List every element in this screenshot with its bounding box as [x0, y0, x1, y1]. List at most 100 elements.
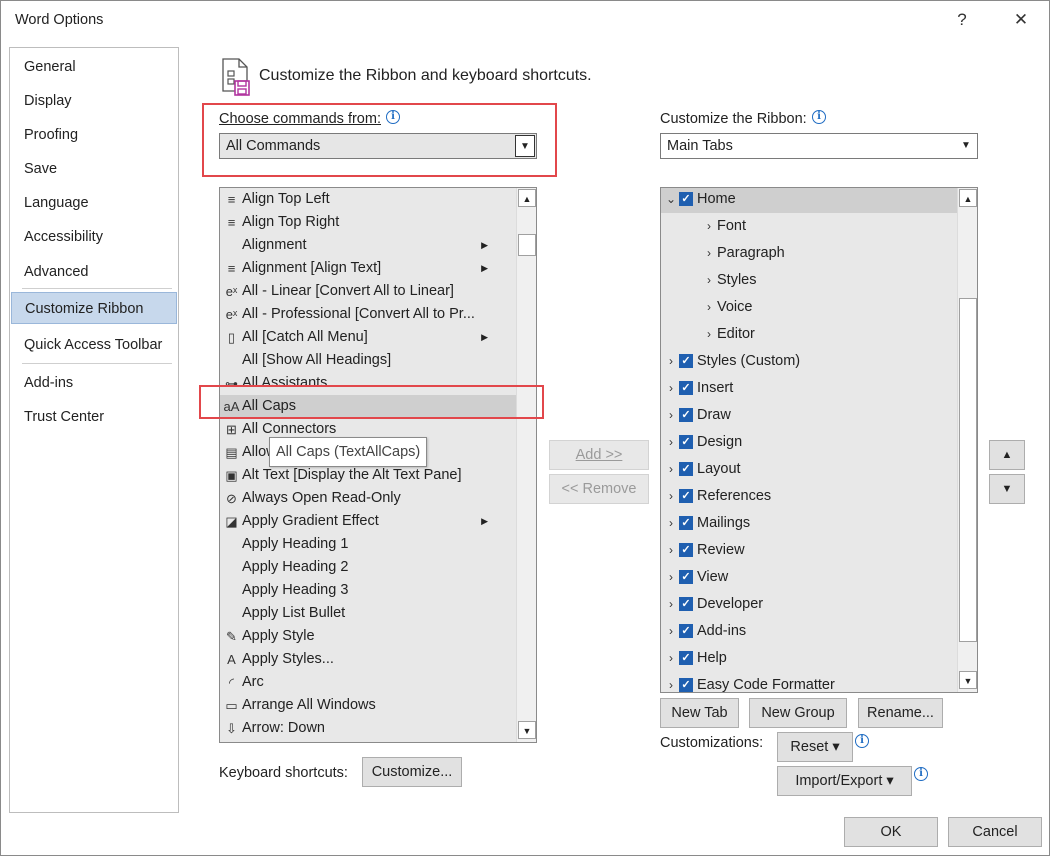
list-item[interactable]: ▭ Arrange All Windows — [220, 694, 516, 717]
tree-item[interactable]: › ✓ Layout — [661, 456, 957, 483]
chevron-right-icon[interactable]: › — [665, 348, 677, 375]
sidebar-item-general[interactable]: General — [11, 51, 177, 83]
sidebar-item-language[interactable]: Language — [11, 187, 177, 219]
list-item[interactable]: Apply Heading 3 — [220, 579, 516, 602]
checkbox[interactable]: ✓ — [679, 381, 693, 395]
chevron-down-icon[interactable]: ▼ — [956, 135, 976, 157]
chevron-right-icon[interactable]: › — [665, 672, 677, 692]
ok-button[interactable]: OK — [844, 817, 938, 847]
list-item[interactable]: All [Show All Headings] — [220, 349, 516, 372]
tree-item[interactable]: › ✓ Add-ins — [661, 618, 957, 645]
move-down-button[interactable]: ▼ — [989, 474, 1025, 504]
list-item[interactable]: ≡ Align Top Right — [220, 211, 516, 234]
customize-keyboard-button[interactable]: Customize... — [362, 757, 462, 787]
sidebar-item-save[interactable]: Save — [11, 153, 177, 185]
tree-item[interactable]: › ✓ View — [661, 564, 957, 591]
import-export-button[interactable]: Import/Export ▾ — [777, 766, 912, 796]
chevron-right-icon[interactable]: › — [665, 618, 677, 645]
list-item[interactable]: ✎ Apply Style — [220, 625, 516, 648]
list-item[interactable]: Apply Heading 2 — [220, 556, 516, 579]
tree-item[interactable]: › Font — [661, 213, 957, 240]
move-up-button[interactable]: ▲ — [989, 440, 1025, 470]
checkbox[interactable]: ✓ — [679, 678, 693, 692]
checkbox[interactable]: ✓ — [679, 408, 693, 422]
new-tab-button[interactable]: New Tab — [660, 698, 739, 728]
tree-item[interactable]: › ✓ Developer — [661, 591, 957, 618]
sidebar-item-proofing[interactable]: Proofing — [11, 119, 177, 151]
info-icon[interactable]: i — [855, 734, 869, 748]
chevron-right-icon[interactable]: › — [665, 537, 677, 564]
ribbon-scrollbar[interactable]: ▲ ▼ — [957, 188, 977, 692]
chevron-right-icon[interactable]: › — [665, 429, 677, 456]
tree-item[interactable]: › ✓ Draw — [661, 402, 957, 429]
commands-scrollbar[interactable]: ▲ ▼ — [516, 188, 536, 742]
customize-ribbon-dropdown[interactable]: Main Tabs ▼ — [660, 133, 978, 159]
chevron-right-icon[interactable]: › — [665, 375, 677, 402]
chevron-right-icon[interactable]: › — [703, 213, 715, 240]
checkbox[interactable]: ✓ — [679, 543, 693, 557]
checkbox[interactable]: ✓ — [679, 624, 693, 638]
remove-button[interactable]: << Remove — [549, 474, 649, 504]
list-item[interactable]: ▣ Alt Text [Display the Alt Text Pane] — [220, 464, 516, 487]
tree-item[interactable]: › ✓ Help — [661, 645, 957, 672]
checkbox[interactable]: ✓ — [679, 435, 693, 449]
chevron-right-icon[interactable]: › — [665, 456, 677, 483]
close-button[interactable]: ✕ — [1006, 7, 1036, 33]
list-item[interactable]: ◪ Apply Gradient Effect ▶ — [220, 510, 516, 533]
tree-item[interactable]: › ✓ Design — [661, 429, 957, 456]
sidebar-item-display[interactable]: Display — [11, 85, 177, 117]
list-item[interactable]: eˣ All - Linear [Convert All to Linear] — [220, 280, 516, 303]
info-icon[interactable]: i — [914, 767, 928, 781]
tree-item[interactable]: › Voice — [661, 294, 957, 321]
checkbox[interactable]: ✓ — [679, 192, 693, 206]
chevron-right-icon[interactable]: › — [665, 645, 677, 672]
list-item[interactable]: ≡ Align Top Left — [220, 188, 516, 211]
sidebar-item-advanced[interactable]: Advanced — [11, 256, 177, 288]
tree-item[interactable]: › ✓ Styles (Custom) — [661, 348, 957, 375]
new-group-button[interactable]: New Group — [749, 698, 847, 728]
chevron-right-icon[interactable]: › — [703, 267, 715, 294]
list-item[interactable]: ▯ All [Catch All Menu] ▶ — [220, 326, 516, 349]
chevron-right-icon[interactable]: › — [665, 591, 677, 618]
list-item[interactable]: Apply List Bullet — [220, 602, 516, 625]
ribbon-tabs-tree[interactable]: ⌄ ✓ Home › Font › Paragraph › Styles › Voice › Edito… — [660, 187, 978, 693]
tree-item[interactable]: › Styles — [661, 267, 957, 294]
sidebar-item-add-ins[interactable]: Add-ins — [11, 367, 177, 399]
list-item[interactable]: ◜ Arc — [220, 671, 516, 694]
add-button[interactable]: Add >> — [549, 440, 649, 470]
scroll-thumb[interactable] — [518, 234, 536, 256]
scroll-down-icon[interactable]: ▼ — [518, 721, 536, 739]
list-item[interactable]: ⇩ Arrow: Down — [220, 717, 516, 740]
checkbox[interactable]: ✓ — [679, 462, 693, 476]
checkbox[interactable]: ✓ — [679, 570, 693, 584]
tree-item[interactable]: › Editor — [661, 321, 957, 348]
rename-button[interactable]: Rename... — [858, 698, 943, 728]
scroll-up-icon[interactable]: ▲ — [959, 189, 977, 207]
tree-item[interactable]: › Paragraph — [661, 240, 957, 267]
list-item[interactable]: A Apply Styles... — [220, 648, 516, 671]
chevron-right-icon[interactable]: › — [665, 402, 677, 429]
help-button[interactable]: ? — [947, 7, 977, 33]
checkbox[interactable]: ✓ — [679, 354, 693, 368]
sidebar-item-quick-access-toolbar[interactable]: Quick Access Toolbar — [11, 329, 177, 361]
reset-button[interactable]: Reset ▾ — [777, 732, 853, 762]
tree-item[interactable]: ⌄ ✓ Home — [661, 188, 957, 213]
checkbox[interactable]: ✓ — [679, 597, 693, 611]
tree-item[interactable]: › ✓ Insert — [661, 375, 957, 402]
chevron-right-icon[interactable]: › — [665, 483, 677, 510]
checkbox[interactable]: ✓ — [679, 489, 693, 503]
chevron-right-icon[interactable]: › — [703, 240, 715, 267]
sidebar-item-accessibility[interactable]: Accessibility — [11, 221, 177, 253]
chevron-right-icon[interactable]: › — [703, 294, 715, 321]
chevron-down-icon[interactable]: ⌄ — [665, 188, 677, 213]
tree-item[interactable]: › ✓ Mailings — [661, 510, 957, 537]
list-item[interactable]: ⊘ Always Open Read-Only — [220, 487, 516, 510]
chevron-right-icon[interactable]: › — [665, 510, 677, 537]
list-item[interactable]: Apply Heading 1 — [220, 533, 516, 556]
tree-item[interactable]: › ✓ Easy Code Formatter — [661, 672, 957, 692]
info-icon[interactable]: i — [812, 110, 826, 124]
checkbox[interactable]: ✓ — [679, 516, 693, 530]
cancel-button[interactable]: Cancel — [948, 817, 1042, 847]
list-item[interactable]: Alignment ▶ — [220, 234, 516, 257]
sidebar-item-customize-ribbon[interactable]: Customize Ribbon — [11, 292, 177, 324]
